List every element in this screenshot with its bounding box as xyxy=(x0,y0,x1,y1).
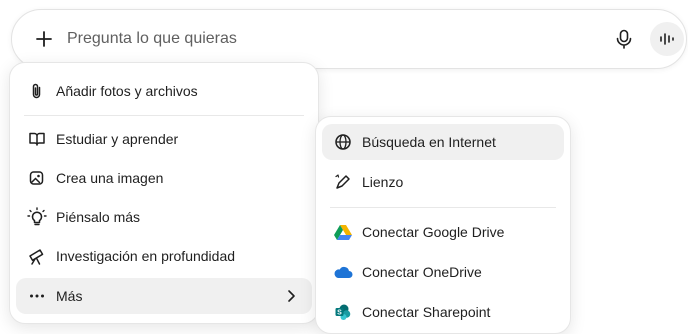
submenu-item-label: Lienzo xyxy=(362,174,404,190)
menu-item-label: Crea una imagen xyxy=(56,170,164,186)
voice-waveform-icon xyxy=(660,33,674,45)
sharepoint-icon: S xyxy=(332,301,354,323)
paperclip-icon xyxy=(26,80,48,102)
attachment-menu: Añadir fotos y archivos Estudiar y apren… xyxy=(9,62,319,324)
menu-item-label: Piénsalo más xyxy=(56,209,141,225)
svg-text:S: S xyxy=(337,310,342,317)
lightbulb-icon xyxy=(26,206,48,228)
more-dots-icon xyxy=(26,285,48,307)
menu-item-label: Investigación en profundidad xyxy=(56,248,236,264)
prompt-bar xyxy=(11,9,687,69)
submenu-item-label: Conectar Google Drive xyxy=(362,224,505,240)
plus-icon xyxy=(36,31,52,47)
menu-item-think-more[interactable]: Piénsalo más xyxy=(16,199,312,235)
telescope-icon xyxy=(26,245,48,267)
book-icon xyxy=(26,128,48,150)
pen-icon xyxy=(332,171,354,193)
submenu-item-web-search[interactable]: Búsqueda en Internet xyxy=(322,124,564,160)
submenu-divider xyxy=(330,207,556,208)
submenu-item-sharepoint[interactable]: S Conectar Sharepoint xyxy=(322,294,564,330)
more-submenu: Búsqueda en Internet Lienzo Conectar Goo… xyxy=(315,116,571,334)
submenu-item-google-drive[interactable]: Conectar Google Drive xyxy=(322,214,564,250)
submenu-item-label: Búsqueda en Internet xyxy=(362,134,496,150)
onedrive-icon xyxy=(332,261,354,283)
prompt-input[interactable] xyxy=(67,25,587,53)
submenu-item-onedrive[interactable]: Conectar OneDrive xyxy=(322,254,564,290)
submenu-item-label: Conectar OneDrive xyxy=(362,264,482,280)
menu-item-create-image[interactable]: Crea una imagen xyxy=(16,160,312,196)
menu-item-more[interactable]: Más xyxy=(16,278,312,314)
google-drive-icon xyxy=(332,221,354,243)
image-icon xyxy=(26,167,48,189)
menu-item-label: Estudiar y aprender xyxy=(56,131,179,147)
menu-divider xyxy=(24,115,304,116)
add-attachment-button[interactable] xyxy=(26,21,62,57)
globe-icon xyxy=(332,131,354,153)
dictate-button[interactable] xyxy=(608,23,640,55)
menu-item-label: Más xyxy=(56,288,83,304)
menu-item-deep-research[interactable]: Investigación en profundidad xyxy=(16,238,312,274)
menu-item-add-files[interactable]: Añadir fotos y archivos xyxy=(16,73,312,109)
menu-item-study[interactable]: Estudiar y aprender xyxy=(16,121,312,157)
chevron-right-icon xyxy=(288,290,295,302)
microphone-icon xyxy=(616,29,632,49)
submenu-item-canvas[interactable]: Lienzo xyxy=(322,164,564,200)
submenu-item-label: Conectar Sharepoint xyxy=(362,304,491,320)
menu-item-label: Añadir fotos y archivos xyxy=(56,83,198,99)
voice-mode-button[interactable] xyxy=(650,22,684,56)
chat-composer-area: Añadir fotos y archivos Estudiar y apren… xyxy=(0,0,688,334)
